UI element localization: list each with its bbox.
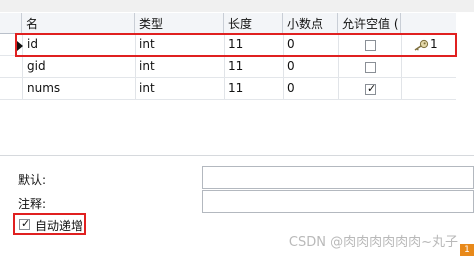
column-header-label: 名 [26,17,39,31]
column-header-decimals[interactable]: 小数点 [283,13,338,34]
field-name[interactable]: nums [27,81,60,95]
nullable-checkbox[interactable] [365,82,376,95]
column-header-length[interactable]: 长度 [224,13,283,34]
field-length[interactable]: 11 [228,59,243,73]
field-type[interactable]: int [139,59,155,73]
column-header-label: 类型 [139,17,164,31]
column-header-type[interactable]: 类型 [135,13,224,34]
table-row[interactable]: gid int 11 0 [0,56,456,78]
comment-input[interactable] [202,190,474,213]
top-strip [0,0,474,12]
corner-badge: 1 [460,244,474,256]
auto-increment-label: 自动递增 [35,219,84,233]
column-header-nullable[interactable]: 允许空值 ( [338,13,401,34]
field-length[interactable]: 11 [228,81,243,95]
column-header-label: 长度 [228,17,253,31]
column-header-label: 允许空值 ( [342,17,399,31]
field-type[interactable]: int [139,81,155,95]
watermark: CSDN @肉肉肉肉肉肉~丸子 [288,235,458,250]
highlight-box [15,33,457,57]
auto-increment-checkbox[interactable] [19,217,30,230]
column-header-label: 小数点 [287,17,324,31]
nullable-checkbox[interactable] [365,62,376,73]
row-header-corner [0,13,22,34]
table-row[interactable]: nums int 11 0 [0,78,456,100]
field-decimals[interactable]: 0 [287,59,295,73]
default-value-input[interactable] [202,166,474,189]
column-header-name[interactable]: 名 [22,13,135,34]
grid-right-margin [456,34,474,155]
comment-label: 注释: [18,197,47,211]
auto-increment-option[interactable]: 自动递增 [13,213,86,235]
field-name[interactable]: gid [27,59,46,73]
default-label: 默认: [18,173,47,187]
field-decimals[interactable]: 0 [287,81,295,95]
column-header-key[interactable] [401,13,456,34]
